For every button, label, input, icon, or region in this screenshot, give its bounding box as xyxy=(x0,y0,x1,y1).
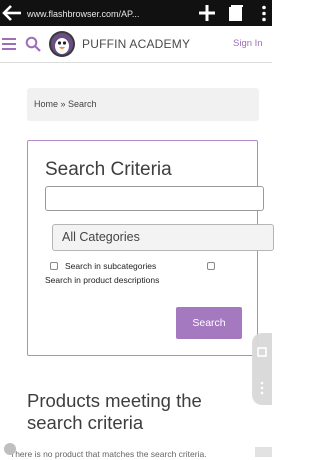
more-dots-icon[interactable] xyxy=(260,381,264,395)
site-header: PUFFIN ACADEMY Sign In xyxy=(0,26,272,63)
tabs-icon[interactable] xyxy=(228,4,244,22)
subcategories-checkbox[interactable] xyxy=(50,262,58,270)
screen-toggle-icon[interactable] xyxy=(257,347,267,357)
subcategories-checkbox-label[interactable]: Search in subcategories xyxy=(65,260,195,272)
descriptions-checkbox-label[interactable]: Search in product descriptions xyxy=(45,274,215,286)
search-criteria-title: Search Criteria xyxy=(45,159,172,180)
keyword-search-input[interactable] xyxy=(45,186,264,211)
back-arrow-icon[interactable] xyxy=(2,3,22,23)
breadcrumb[interactable]: Home » Search xyxy=(27,88,259,121)
puffin-logo-icon[interactable] xyxy=(48,30,76,58)
results-heading: Products meeting the search criteria xyxy=(27,390,202,433)
search-icon[interactable] xyxy=(25,36,41,52)
sign-in-link[interactable]: Sign In xyxy=(233,37,275,51)
new-tab-plus-icon[interactable] xyxy=(198,4,216,22)
no-results-message: There is no product that matches the sea… xyxy=(10,449,207,459)
floating-side-control[interactable] xyxy=(252,333,272,405)
overflow-menu-icon[interactable] xyxy=(258,5,270,22)
address-bar-url[interactable]: www.flashbrowser.com/AP... xyxy=(27,7,187,21)
hamburger-menu-icon[interactable] xyxy=(2,38,16,50)
browser-toolbar: www.flashbrowser.com/AP... xyxy=(0,0,272,26)
descriptions-checkbox[interactable] xyxy=(207,262,215,270)
category-select-value: All Categories xyxy=(62,230,140,244)
brand-name[interactable]: PUFFIN ACADEMY xyxy=(82,36,222,52)
scroll-corner xyxy=(255,447,272,457)
category-select[interactable]: All Categories xyxy=(52,224,274,251)
touch-indicator-dot xyxy=(4,443,16,455)
search-button[interactable]: Search xyxy=(176,307,242,339)
